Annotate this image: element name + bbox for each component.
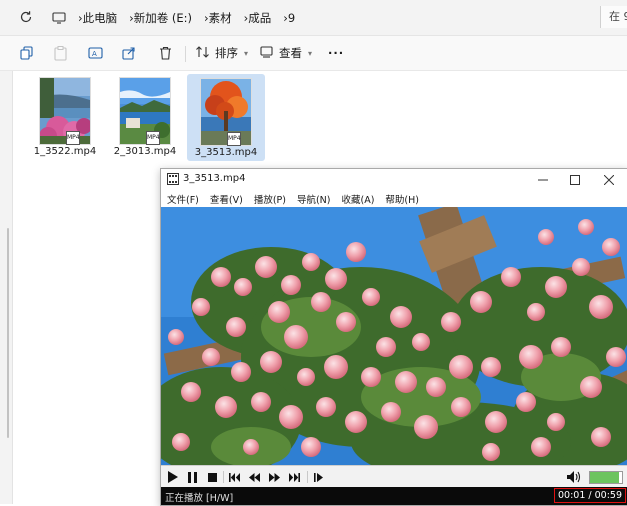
menu-favorites[interactable]: 收藏(A): [342, 192, 375, 206]
breadcrumb-item-chengpin[interactable]: 成品: [248, 10, 271, 26]
more-options-button[interactable]: ···: [328, 44, 344, 62]
breadcrumb: › 此电脑 › 新加卷 (E:) › 素材 › 成品 › 9: [52, 0, 307, 35]
breadcrumb-item-this-pc[interactable]: 此电脑: [83, 10, 118, 26]
mp4-badge-icon: MP4: [66, 131, 80, 145]
view-icon: [260, 45, 273, 61]
sort-label: 排序: [215, 46, 238, 60]
player-menubar: 文件(F) 查看(V) 播放(P) 导航(N) 收藏(A) 帮助(H): [161, 190, 627, 207]
computer-icon[interactable]: [52, 11, 66, 24]
maximize-button[interactable]: [558, 169, 592, 190]
controls-divider: [307, 471, 308, 483]
file-item[interactable]: MP4 1_3522.mp4: [27, 74, 103, 159]
volume-slider[interactable]: [589, 471, 623, 484]
timecode: 00:01 / 00:59: [554, 488, 626, 503]
rewind-icon[interactable]: [247, 469, 261, 485]
nav-pane-scrollbar[interactable]: [7, 228, 9, 438]
share-icon[interactable]: [121, 45, 137, 61]
copy-icon[interactable]: [18, 45, 34, 61]
fast-forward-icon[interactable]: [267, 469, 281, 485]
controls-divider: [223, 471, 224, 483]
address-bar: › 此电脑 › 新加卷 (E:) › 素材 › 成品 › 9 在 9: [0, 0, 627, 36]
player-titlebar[interactable]: 3_3513.mp4: [161, 169, 627, 190]
player-statusbar: 正在播放 [H/W] 00:01 / 00:59: [161, 487, 627, 505]
close-button[interactable]: [592, 169, 626, 190]
frame-step-icon[interactable]: [311, 469, 325, 485]
menu-play[interactable]: 播放(P): [254, 192, 286, 206]
play-button[interactable]: [165, 469, 181, 485]
stop-button[interactable]: [205, 469, 219, 485]
search-input[interactable]: 在 9: [600, 6, 627, 28]
chevron-down-icon: ▾: [244, 48, 249, 58]
playback-status: 正在播放 [H/W]: [165, 493, 234, 504]
menu-navigate[interactable]: 导航(N): [297, 192, 331, 206]
file-item-selected[interactable]: MP4 3_3513.mp4: [187, 74, 265, 161]
breadcrumb-item-9[interactable]: 9: [288, 11, 295, 25]
video-thumbnail: [40, 78, 90, 144]
delete-icon[interactable]: [157, 45, 173, 61]
pause-button[interactable]: [185, 469, 199, 485]
toolbar-divider: [185, 46, 186, 62]
media-player-window: 3_3513.mp4 文件(F) 查看(V) 播放(P) 导航(N) 收藏(A)…: [160, 168, 627, 506]
file-name: 1_3522.mp4: [33, 146, 97, 157]
playback-controls: [161, 465, 627, 488]
file-item[interactable]: MP4 2_3013.mp4: [107, 74, 183, 159]
video-frame[interactable]: [161, 207, 627, 465]
file-name: 3_3513.mp4: [194, 147, 258, 158]
menu-view[interactable]: 查看(V): [210, 192, 243, 206]
player-app-icon: [167, 173, 179, 185]
sort-menu-button[interactable]: 排序 ▾: [196, 44, 248, 62]
command-bar: A 排序 ▾ 查看 ▾ ···: [0, 36, 627, 71]
view-menu-button[interactable]: 查看 ▾: [260, 44, 312, 62]
mp4-badge-icon: MP4: [227, 132, 241, 146]
next-icon[interactable]: [287, 469, 301, 485]
chevron-down-icon: ▾: [308, 48, 313, 58]
view-label: 查看: [279, 46, 302, 60]
menu-help[interactable]: 帮助(H): [385, 192, 419, 206]
mp4-badge-icon: MP4: [146, 131, 160, 145]
volume-icon[interactable]: [565, 469, 583, 485]
video-thumbnail: [201, 79, 251, 145]
svg-text:A: A: [92, 50, 97, 58]
sort-icon: [196, 45, 209, 61]
player-title: 3_3513.mp4: [183, 173, 246, 184]
paste-icon[interactable]: [52, 45, 68, 61]
file-name: 2_3013.mp4: [113, 146, 177, 157]
breadcrumb-item-sucai[interactable]: 素材: [209, 10, 232, 26]
refresh-icon[interactable]: [18, 9, 34, 25]
volume-level: [590, 472, 619, 483]
video-thumbnail: [120, 78, 170, 144]
breadcrumb-item-drive-e[interactable]: 新加卷 (E:): [134, 10, 192, 26]
rename-icon[interactable]: A: [87, 45, 103, 61]
minimize-button[interactable]: [526, 169, 560, 190]
previous-icon[interactable]: [227, 469, 241, 485]
more-icon: ···: [328, 46, 345, 60]
menu-file[interactable]: 文件(F): [167, 192, 199, 206]
